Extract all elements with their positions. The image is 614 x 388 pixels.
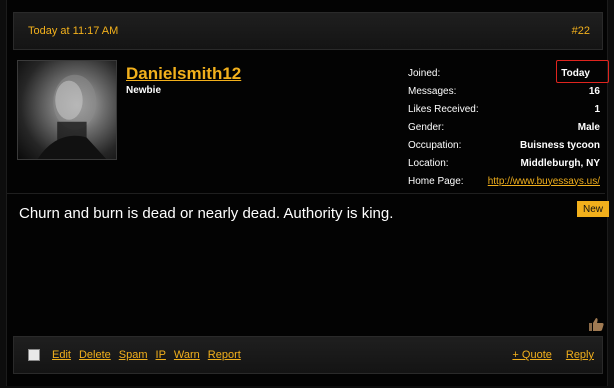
- info-label: Home Page:: [408, 175, 464, 187]
- info-row-messages: Messages: 16: [408, 82, 600, 100]
- post-timestamp[interactable]: Today at 11:17 AM: [28, 25, 118, 37]
- homepage-link[interactable]: http://www.buyessays.us/: [488, 176, 600, 187]
- username-link[interactable]: Danielsmith12: [126, 64, 241, 84]
- info-label: Gender:: [408, 121, 445, 133]
- edit-link[interactable]: Edit: [52, 349, 71, 361]
- joined-highlight-box: [556, 60, 609, 83]
- thumbs-up-icon[interactable]: [588, 317, 604, 331]
- post-footer: Edit Delete Spam IP Warn Report + Quote …: [13, 336, 603, 374]
- info-row-location: Location: Middleburgh, NY: [408, 154, 600, 172]
- select-checkbox[interactable]: [28, 349, 40, 361]
- info-label: Location:: [408, 157, 449, 169]
- post-message: Churn and burn is dead or nearly dead. A…: [19, 205, 394, 222]
- info-label: Occupation:: [408, 139, 462, 151]
- quote-link[interactable]: + Quote: [512, 349, 551, 361]
- new-badge: New: [577, 201, 609, 217]
- info-row-likes: Likes Received: 1: [408, 100, 600, 118]
- info-value: 1: [594, 103, 600, 115]
- divider: [7, 193, 605, 194]
- info-value: Buisness tycoon: [519, 139, 600, 151]
- info-label: Messages:: [408, 85, 457, 97]
- delete-link[interactable]: Delete: [79, 349, 111, 361]
- report-link[interactable]: Report: [208, 349, 241, 361]
- user-title: Newbie: [126, 85, 162, 96]
- warn-link[interactable]: Warn: [174, 349, 200, 361]
- info-row-gender: Gender: Male: [408, 118, 600, 136]
- info-label: Joined:: [408, 67, 441, 79]
- reply-link[interactable]: Reply: [566, 349, 594, 361]
- info-value[interactable]: Middleburgh, NY: [521, 158, 600, 169]
- spam-link[interactable]: Spam: [119, 349, 148, 361]
- info-label: Likes Received:: [408, 103, 479, 115]
- post-actions-right: + Quote Reply: [512, 349, 594, 361]
- info-row-occupation: Occupation: Buisness tycoon: [408, 136, 600, 154]
- info-row-homepage: Home Page: http://www.buyessays.us/: [408, 172, 600, 190]
- post-actions-left: Edit Delete Spam IP Warn Report: [28, 349, 241, 361]
- post-permalink[interactable]: #22: [572, 25, 590, 37]
- avatar-image: [37, 74, 107, 159]
- avatar[interactable]: [17, 60, 117, 160]
- info-value: Male: [577, 121, 600, 133]
- info-value[interactable]: 16: [589, 86, 600, 97]
- ip-link[interactable]: IP: [156, 349, 166, 361]
- post-header: Today at 11:17 AM #22: [13, 12, 603, 50]
